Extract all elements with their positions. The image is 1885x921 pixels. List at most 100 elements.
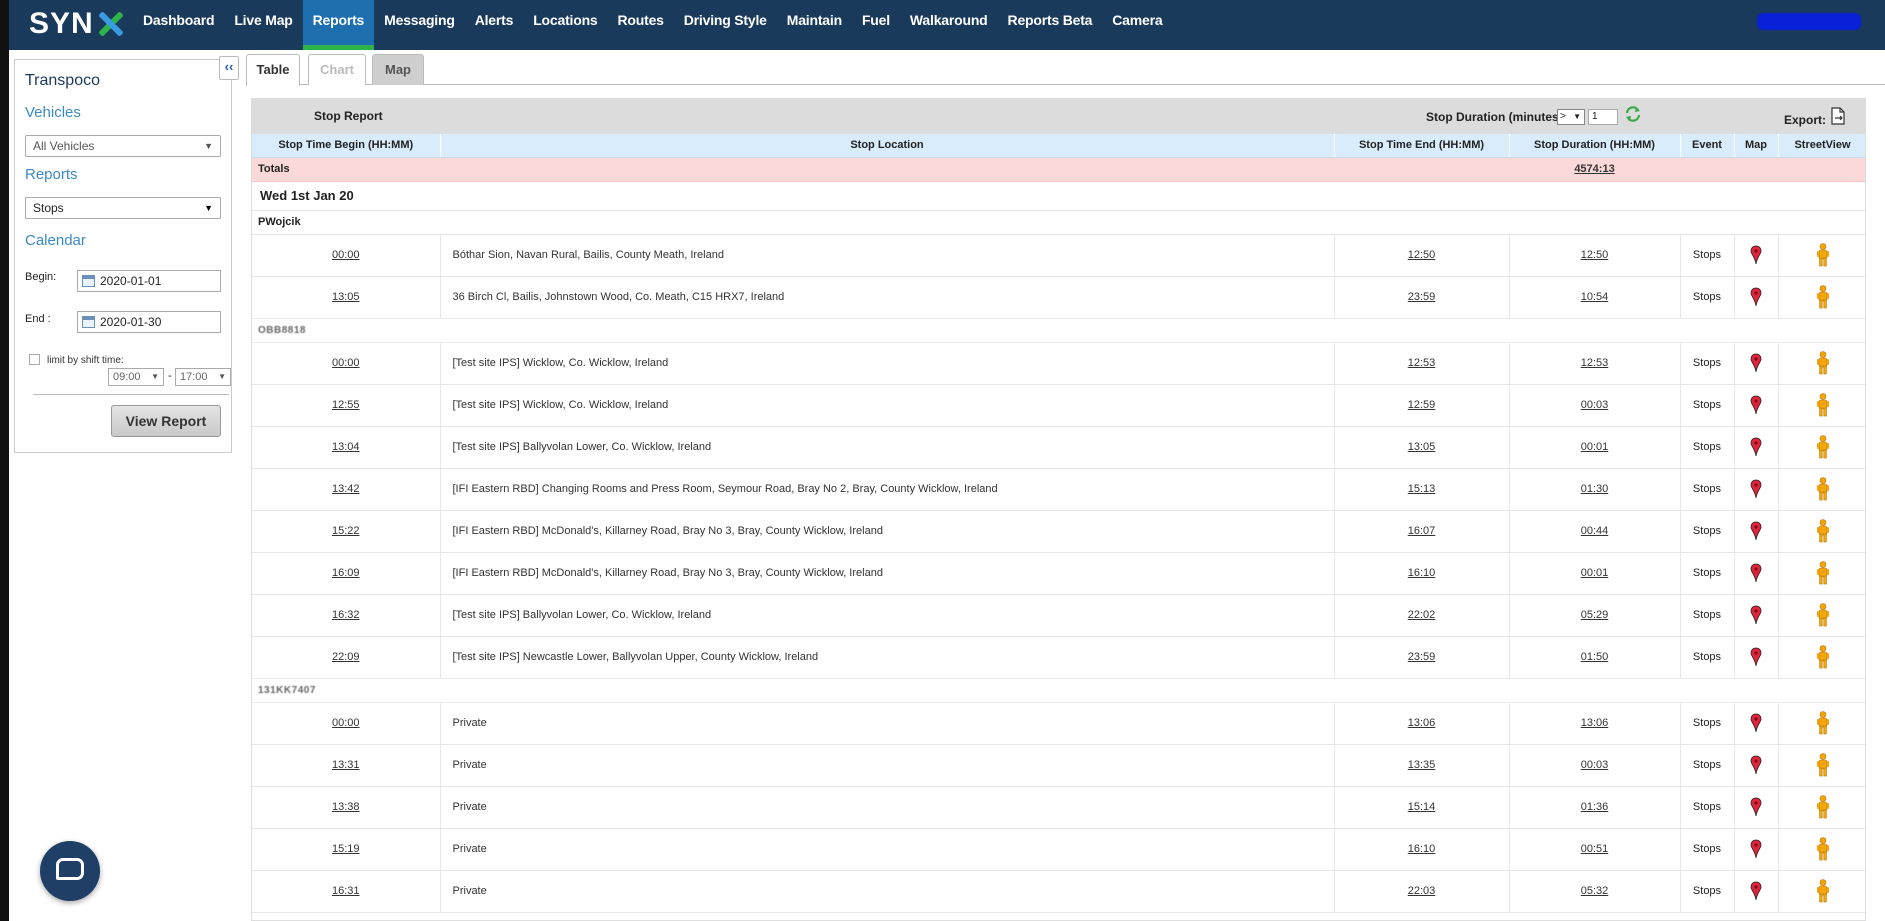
map-pin-icon[interactable]: [1750, 755, 1762, 775]
begin-time[interactable]: 00:00: [332, 357, 360, 369]
nav-item-driving-style[interactable]: Driving Style: [674, 0, 777, 50]
end-time[interactable]: 16:10: [1408, 567, 1436, 579]
begin-time[interactable]: 00:00: [332, 249, 360, 261]
end-time[interactable]: 12:59: [1408, 399, 1436, 411]
pegman-icon[interactable]: [1816, 711, 1830, 735]
duration-value[interactable]: 00:01: [1581, 441, 1609, 453]
pegman-icon[interactable]: [1816, 561, 1830, 585]
refresh-icon[interactable]: [1624, 105, 1642, 123]
end-date-field[interactable]: 2020-01-30: [77, 311, 221, 333]
map-pin-icon[interactable]: [1750, 713, 1762, 733]
duration-operator-select[interactable]: > ▼: [1557, 109, 1585, 125]
chat-widget-button[interactable]: [40, 841, 100, 901]
nav-item-fuel[interactable]: Fuel: [852, 0, 900, 50]
map-pin-icon[interactable]: [1750, 353, 1762, 373]
shift-end-select[interactable]: 17:00 ▼: [175, 368, 231, 386]
column-header[interactable]: Map: [1734, 134, 1779, 158]
column-header[interactable]: Stop Location: [440, 134, 1335, 158]
duration-value[interactable]: 01:50: [1581, 651, 1609, 663]
nav-item-walkaround[interactable]: Walkaround: [900, 0, 998, 50]
begin-time[interactable]: 15:19: [332, 843, 360, 855]
nav-item-routes[interactable]: Routes: [608, 0, 674, 50]
map-pin-icon[interactable]: [1750, 563, 1762, 583]
begin-date-field[interactable]: 2020-01-01: [77, 270, 221, 292]
pegman-icon[interactable]: [1816, 603, 1830, 627]
nav-item-alerts[interactable]: Alerts: [465, 0, 523, 50]
pegman-icon[interactable]: [1816, 837, 1830, 861]
vehicles-select[interactable]: All Vehicles ▼: [25, 135, 221, 157]
map-pin-icon[interactable]: [1750, 605, 1762, 625]
pegman-icon[interactable]: [1816, 645, 1830, 669]
end-time[interactable]: 23:59: [1408, 651, 1436, 663]
map-pin-icon[interactable]: [1750, 245, 1762, 265]
map-pin-icon[interactable]: [1750, 797, 1762, 817]
duration-value[interactable]: 00:03: [1581, 759, 1609, 771]
duration-value[interactable]: 12:50: [1581, 249, 1609, 261]
nav-item-live-map[interactable]: Live Map: [224, 0, 302, 50]
export-icon[interactable]: [1830, 107, 1846, 125]
begin-time[interactable]: 22:09: [332, 651, 360, 663]
calendar-icon[interactable]: [82, 316, 95, 328]
end-time[interactable]: 15:13: [1408, 483, 1436, 495]
nav-item-camera[interactable]: Camera: [1102, 0, 1172, 50]
begin-time[interactable]: 13:38: [332, 801, 360, 813]
shift-start-select[interactable]: 09:00 ▼: [108, 368, 164, 386]
pegman-icon[interactable]: [1816, 477, 1830, 501]
duration-value[interactable]: 01:30: [1581, 483, 1609, 495]
map-pin-icon[interactable]: [1750, 395, 1762, 415]
end-time[interactable]: 12:53: [1408, 357, 1436, 369]
column-header[interactable]: Stop Time Begin (HH:MM): [252, 134, 441, 158]
tab-table[interactable]: Table: [246, 54, 300, 86]
pegman-icon[interactable]: [1816, 795, 1830, 819]
tab-chart[interactable]: Chart: [308, 54, 366, 85]
map-pin-icon[interactable]: [1750, 647, 1762, 667]
pegman-icon[interactable]: [1816, 879, 1830, 903]
nav-item-locations[interactable]: Locations: [523, 0, 607, 50]
pegman-icon[interactable]: [1816, 351, 1830, 375]
begin-time[interactable]: 16:31: [332, 885, 360, 897]
reports-select[interactable]: Stops ▼: [25, 197, 221, 219]
pegman-icon[interactable]: [1816, 285, 1830, 309]
end-time[interactable]: 13:05: [1408, 441, 1436, 453]
begin-time[interactable]: 16:32: [332, 609, 360, 621]
map-pin-icon[interactable]: [1750, 437, 1762, 457]
pegman-icon[interactable]: [1816, 435, 1830, 459]
end-time[interactable]: 16:10: [1408, 843, 1436, 855]
duration-value[interactable]: 00:01: [1581, 567, 1609, 579]
begin-time[interactable]: 00:00: [332, 717, 360, 729]
pegman-icon[interactable]: [1816, 393, 1830, 417]
begin-time[interactable]: 13:31: [332, 759, 360, 771]
end-time[interactable]: 22:03: [1408, 885, 1436, 897]
begin-time[interactable]: 13:42: [332, 483, 360, 495]
duration-value[interactable]: 05:29: [1581, 609, 1609, 621]
pegman-icon[interactable]: [1816, 753, 1830, 777]
begin-time[interactable]: 16:09: [332, 567, 360, 579]
end-time[interactable]: 13:35: [1408, 759, 1436, 771]
duration-value[interactable]: 00:44: [1581, 525, 1609, 537]
logo[interactable]: SYN: [29, 6, 125, 42]
duration-value[interactable]: 00:51: [1581, 843, 1609, 855]
map-pin-icon[interactable]: [1750, 881, 1762, 901]
column-header[interactable]: StreetView: [1778, 134, 1865, 158]
end-time[interactable]: 15:14: [1408, 801, 1436, 813]
calendar-icon[interactable]: [82, 275, 95, 287]
duration-value-input[interactable]: 1: [1588, 109, 1618, 125]
view-report-button[interactable]: View Report: [111, 405, 221, 437]
column-header[interactable]: Event: [1680, 134, 1735, 158]
nav-item-reports-beta[interactable]: Reports Beta: [998, 0, 1103, 50]
end-time[interactable]: 23:59: [1408, 291, 1436, 303]
duration-value[interactable]: 01:36: [1581, 801, 1609, 813]
map-pin-icon[interactable]: [1750, 839, 1762, 859]
pegman-icon[interactable]: [1816, 243, 1830, 267]
map-pin-icon[interactable]: [1750, 521, 1762, 541]
user-name-redacted[interactable]: [1757, 13, 1861, 30]
begin-time[interactable]: 13:04: [332, 441, 360, 453]
pegman-icon[interactable]: [1816, 519, 1830, 543]
duration-value[interactable]: 05:32: [1581, 885, 1609, 897]
begin-time[interactable]: 12:55: [332, 399, 360, 411]
map-pin-icon[interactable]: [1750, 479, 1762, 499]
duration-value[interactable]: 12:53: [1581, 357, 1609, 369]
end-time[interactable]: 16:07: [1408, 525, 1436, 537]
duration-value[interactable]: 10:54: [1581, 291, 1609, 303]
nav-item-messaging[interactable]: Messaging: [374, 0, 465, 50]
